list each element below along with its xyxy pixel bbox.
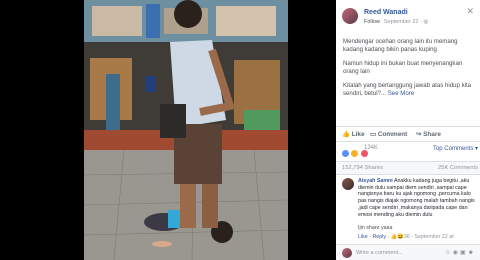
reaction-summary[interactable]: 134K Top Comments ▾ — [336, 141, 480, 158]
gif-icon[interactable]: ▣ — [460, 250, 468, 256]
post-paragraph: Mendengar ocehan orang lain itu memang k… — [343, 38, 458, 53]
comment-composer: Write a comment... ☺◉▣☻ — [336, 244, 480, 260]
comments-count[interactable]: 25K Comments — [438, 165, 478, 171]
post-paragraph: Namun hidup ini bukan buat menyenangkan … — [343, 60, 463, 75]
commenter-name[interactable]: Aisyah Samni — [358, 178, 393, 184]
post-time[interactable]: September 22 · — [384, 19, 422, 25]
post-text: Mendengar ocehan orang lain itu memang k… — [343, 38, 477, 104]
like-button[interactable]: 👍 Like — [342, 130, 365, 138]
post-sidebar: Reed Wanadi Follow September 22 · ◍ ✕ Men… — [336, 0, 480, 260]
composer-icons: ☺◉▣☻ — [445, 249, 476, 256]
comment-input[interactable]: Write a comment... — [356, 250, 403, 256]
love-reaction-icon — [360, 150, 368, 158]
comment-body: Aisyah Samni Anakku kadang juga begitu ,… — [358, 178, 476, 218]
globe-icon: ◍ — [423, 19, 429, 25]
close-icon[interactable]: ✕ — [466, 6, 474, 17]
like-reaction-icon — [342, 150, 349, 158]
author-name[interactable]: Reed Wanadi — [364, 9, 408, 16]
follow-link[interactable]: Follow — [364, 19, 380, 25]
viewer-avatar — [342, 248, 352, 258]
post-stats: 152,794 Shares 25K Comments — [336, 161, 480, 175]
comment-icon: ▭ — [370, 131, 377, 138]
post-paragraph: Kitalah yang bertanggung jawab atas hidu… — [343, 82, 472, 97]
comment-text: Anakku kadang juga begitu ,aku diemin du… — [358, 178, 475, 218]
post-header: Reed Wanadi Follow September 22 · ◍ ✕ — [342, 6, 476, 30]
comment-time[interactable]: September 22 at — [415, 234, 454, 240]
comment-reply-text: Ijin share yaaa — [358, 225, 393, 231]
emoji-icon[interactable]: ☺ — [445, 250, 453, 256]
shares-count[interactable]: 152,794 Shares — [342, 165, 383, 171]
top-comments-dropdown[interactable]: Top Comments ▾ — [433, 145, 478, 152]
haha-reaction-icon — [351, 150, 359, 158]
sticker-icon[interactable]: ☻ — [468, 250, 476, 256]
commenter-avatar[interactable] — [342, 178, 354, 190]
author-avatar[interactable] — [342, 8, 358, 24]
post-actions: 👍 Like ▭ Comment ↪ Share — [336, 126, 480, 141]
see-more-link[interactable]: See More — [388, 90, 414, 97]
share-icon: ↪ — [416, 131, 422, 138]
reaction-count: 134K — [364, 145, 379, 151]
comment-reaction-count: 36 — [403, 234, 410, 240]
post-photo[interactable] — [84, 0, 288, 260]
comment-button[interactable]: ▭ Comment — [370, 130, 407, 138]
comment-reply-link[interactable]: Reply — [372, 234, 386, 240]
comment-reaction-icon: 👍😆 — [390, 234, 404, 240]
comment-like-link[interactable]: Like — [358, 234, 368, 240]
share-button[interactable]: ↪ Share — [416, 130, 441, 138]
photo-viewer[interactable] — [0, 0, 336, 260]
thumbs-up-icon: 👍 — [342, 131, 350, 138]
post-meta: Follow September 22 · ◍ — [364, 19, 428, 25]
camera-icon[interactable]: ◉ — [453, 250, 460, 256]
comment-actions: Like · Reply · 👍😆36 · September 22 at — [358, 234, 454, 240]
